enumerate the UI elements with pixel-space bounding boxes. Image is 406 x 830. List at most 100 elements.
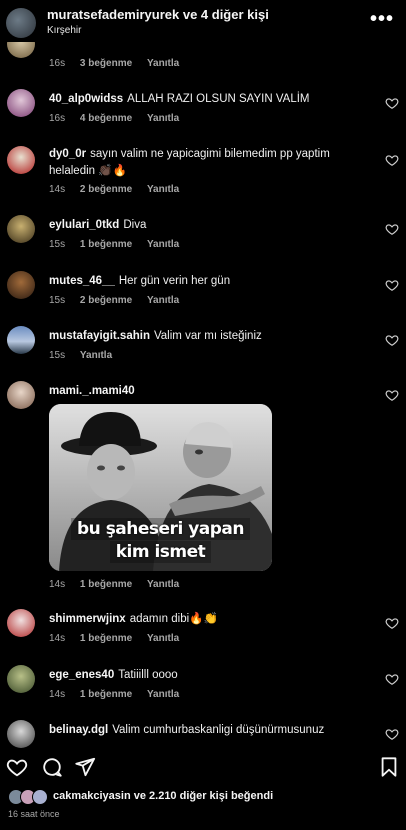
comment-body: Valim cumhurbaskanligi düşünürmusunuz — [112, 724, 325, 736]
send-icon[interactable] — [74, 756, 96, 778]
comment-username[interactable]: ege_enes40 — [49, 669, 114, 681]
comment-time: 16s — [49, 58, 66, 69]
comment-username[interactable]: 40_alp0widss — [49, 93, 123, 105]
comment-username[interactable]: belinay.dgl — [49, 724, 108, 736]
comment-text: mami._.mami40 — [49, 383, 369, 400]
comment-likes[interactable]: 2 beğenme — [80, 184, 132, 195]
reply-button[interactable]: Yanıtla — [147, 239, 179, 250]
comment-likes[interactable]: 1 beğenme — [80, 579, 132, 590]
comment-time: 15s — [49, 295, 66, 306]
reply-button[interactable]: Yanıtla — [147, 58, 179, 69]
comment-time: 14s — [49, 633, 66, 644]
heart-icon[interactable] — [385, 222, 399, 236]
comment-text: belinay.dgl Valim cumhurbaskanligi düşünü… — [49, 722, 369, 739]
comment-likes[interactable]: 2 beğenme — [80, 295, 132, 306]
reply-button[interactable]: Yanıtla — [147, 113, 179, 124]
comment-body: Valim var mı isteğiniz — [153, 330, 262, 342]
comment-meta: 14s 1 beğenme Yanıtla — [49, 579, 191, 590]
comment-username[interactable]: mami._.mami40 — [49, 385, 135, 397]
comment-time: 16s — [49, 113, 66, 124]
comment-time: 14s — [49, 689, 66, 700]
reply-button[interactable]: Yanıtla — [147, 295, 179, 306]
comment-text: mustafayigit.sahin Valim var mı isteğiniz — [49, 328, 369, 345]
post-timestamp: 16 saat önce — [8, 809, 60, 819]
reply-button[interactable]: Yanıtla — [147, 579, 179, 590]
comment-meta: 16s 4 beğenme Yanıtla — [49, 113, 191, 124]
liker-avatars — [8, 789, 50, 805]
heart-icon[interactable] — [6, 756, 28, 778]
comment-time: 15s — [49, 239, 66, 250]
commenter-avatar[interactable] — [7, 42, 35, 58]
post-header: muratsefademiryurek ve 4 diğer kişi Kırş… — [0, 0, 406, 42]
heart-icon[interactable] — [385, 616, 399, 630]
heart-icon[interactable] — [385, 388, 399, 402]
heart-icon[interactable] — [385, 672, 399, 686]
meme-caption: bu şaheseri yapan — [49, 518, 272, 540]
heart-icon[interactable] — [385, 727, 399, 741]
comment-image[interactable]: bu şaheseri yapan kim ismet — [49, 404, 272, 571]
comment-likes[interactable]: 1 beğenme — [80, 239, 132, 250]
post-action-bar — [0, 748, 406, 784]
bookmark-icon[interactable] — [378, 756, 400, 778]
liked-by-row[interactable]: cakmakciyasin ve 2.210 diğer kişi beğend… — [0, 786, 406, 808]
liked-by-text: cakmakciyasin ve 2.210 diğer kişi beğend… — [53, 790, 273, 802]
heart-icon[interactable] — [385, 278, 399, 292]
comment-meta: 14s 2 beğenme Yanıtla — [49, 184, 191, 195]
heart-icon[interactable] — [385, 333, 399, 347]
reply-button[interactable]: Yanıtla — [80, 350, 112, 361]
comment-body: Diva — [123, 219, 147, 231]
comment-meta: 16s 3 beğenme Yanıtla — [49, 58, 191, 69]
comment-body: adamın dibi🔥👏 — [129, 613, 218, 625]
meme-caption-line-1: bu şaheseri yapan — [71, 518, 250, 540]
commenter-avatar[interactable] — [7, 609, 35, 637]
comment-meta: 15s 2 beğenme Yanıtla — [49, 295, 191, 306]
comment-meta: 14s 1 beğenme Yanıtla — [49, 689, 191, 700]
commenter-avatar[interactable] — [7, 326, 35, 354]
comment-list[interactable]: 16s 3 beğenme Yanıtla 40_alp0widss ALLAH … — [0, 42, 406, 748]
comment-username[interactable]: mutes_46__ — [49, 275, 115, 287]
comment-text: shimmerwjinx adamın dibi🔥👏 — [49, 611, 369, 628]
author-avatar[interactable] — [6, 8, 36, 38]
comment-text: ege_enes40 Tatiiilll oooo — [49, 667, 369, 684]
commenter-avatar[interactable] — [7, 665, 35, 693]
comment-likes[interactable]: 1 beğenme — [80, 633, 132, 644]
comment-time: 14s — [49, 579, 66, 590]
commenter-avatar[interactable] — [7, 381, 35, 409]
more-horizontal-icon[interactable]: ••• — [370, 8, 394, 31]
comment-text: eylulari_0tkd Diva — [49, 217, 369, 234]
commenter-avatar[interactable] — [7, 271, 35, 299]
comment-meta: 15s 1 beğenme Yanıtla — [49, 239, 191, 250]
comment-username[interactable]: eylulari_0tkd — [49, 219, 119, 231]
heart-icon[interactable] — [385, 96, 399, 110]
reply-button[interactable]: Yanıtla — [147, 184, 179, 195]
comment-meta: 15s Yanıtla — [49, 350, 124, 361]
comment-text: mutes_46__ Her gün verin her gün — [49, 273, 369, 290]
heart-icon[interactable] — [385, 153, 399, 167]
comment-username[interactable]: mustafayigit.sahin — [49, 330, 150, 342]
comment-username[interactable]: shimmerwjinx — [49, 613, 126, 625]
commenter-avatar[interactable] — [7, 720, 35, 748]
comment-text: dy0_0r sayın valim ne yapicagimi bilemedi… — [49, 146, 369, 180]
commenter-avatar[interactable] — [7, 215, 35, 243]
reply-button[interactable]: Yanıtla — [147, 633, 179, 644]
comment-body: ALLAH RAZI OLSUN SAYIN VALİM — [127, 93, 310, 105]
meme-caption-line-2: kim ismet — [109, 541, 212, 563]
commenter-avatar[interactable] — [7, 146, 35, 174]
comment-text: 40_alp0widss ALLAH RAZI OLSUN SAYIN VALİM — [49, 91, 369, 108]
comment-likes[interactable]: 3 beğenme — [80, 58, 132, 69]
commenter-avatar[interactable] — [7, 89, 35, 117]
comment-likes[interactable]: 4 beğenme — [80, 113, 132, 124]
avatar — [32, 789, 48, 805]
comment-time: 15s — [49, 350, 66, 361]
comment-likes[interactable]: 1 beğenme — [80, 689, 132, 700]
reply-button[interactable]: Yanıtla — [147, 689, 179, 700]
liked-by-rest[interactable]: ve 2.210 diğer kişi beğendi — [134, 790, 273, 802]
post-author-title[interactable]: muratsefademiryurek ve 4 diğer kişi — [47, 7, 269, 22]
meme-caption: kim ismet — [49, 541, 272, 563]
comment-username[interactable]: dy0_0r — [49, 148, 86, 160]
comment-icon[interactable] — [41, 756, 63, 778]
liked-by-user[interactable]: cakmakciyasin — [53, 790, 131, 802]
comment-body: Tatiiilll oooo — [118, 669, 178, 681]
post-location[interactable]: Kırşehir — [47, 25, 81, 36]
comment-time: 14s — [49, 184, 66, 195]
